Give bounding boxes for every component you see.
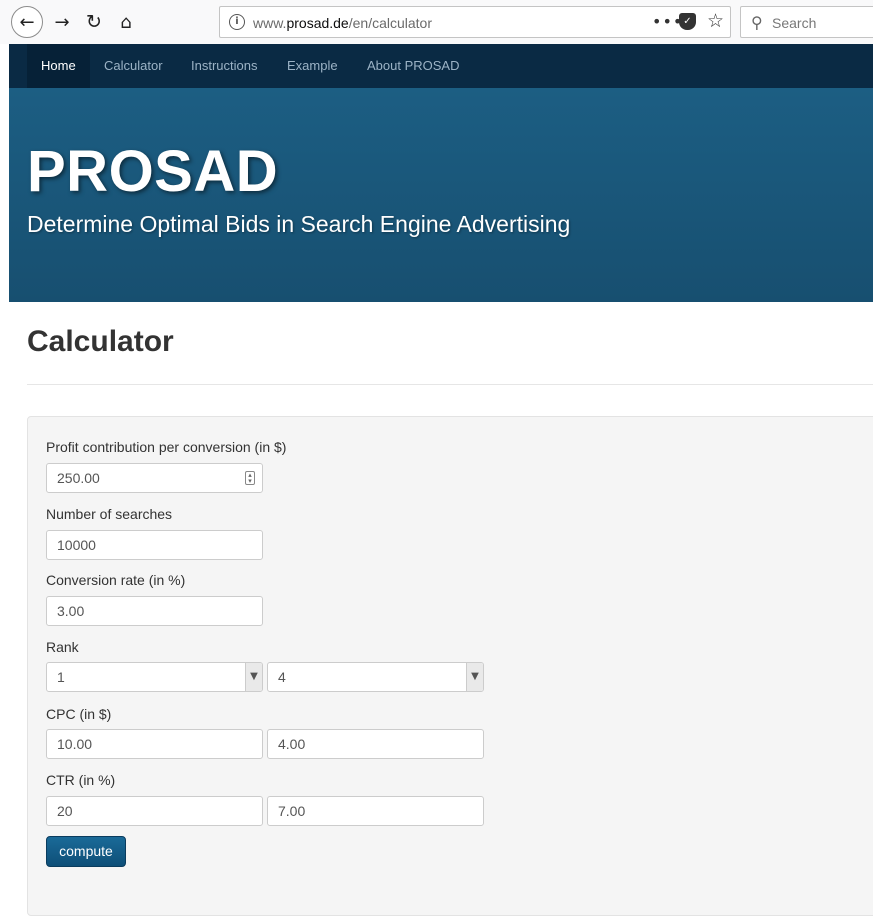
conversion-value: 3.00 bbox=[57, 603, 85, 619]
url-path: /en/calculator bbox=[348, 15, 433, 31]
search-bar[interactable]: ⚲ Search bbox=[740, 6, 873, 38]
url-host: prosad.de bbox=[286, 15, 349, 31]
home-icon[interactable]: ⌂ bbox=[111, 7, 141, 37]
ctr-1-value: 20 bbox=[57, 803, 73, 819]
ctr-2-value: 7.00 bbox=[278, 803, 306, 819]
conversion-label: Conversion rate (in %) bbox=[46, 572, 186, 588]
url-bar[interactable]: i www.prosad.de/en/calculator ••• ✓ ☆ bbox=[219, 6, 731, 38]
ctr-label: CTR (in %) bbox=[46, 772, 116, 788]
cpc-input-2[interactable]: 4.00 bbox=[267, 729, 484, 759]
compute-button[interactable]: compute bbox=[46, 836, 126, 867]
bookmark-star-icon[interactable]: ☆ bbox=[707, 10, 724, 32]
search-icon: ⚲ bbox=[751, 13, 763, 32]
url-prefix: www. bbox=[253, 15, 287, 31]
url-text[interactable]: www.prosad.de/en/calculator bbox=[253, 15, 432, 31]
nav-item-example[interactable]: Example bbox=[273, 44, 352, 88]
cpc-2-value: 4.00 bbox=[278, 736, 306, 752]
nav-item-home[interactable]: Home bbox=[27, 44, 90, 88]
hero-subtitle: Determine Optimal Bids in Search Engine … bbox=[27, 211, 571, 237]
conversion-input[interactable]: 3.00 bbox=[46, 596, 263, 626]
cpc-label: CPC (in $) bbox=[46, 706, 112, 722]
profit-label: Profit contribution per conversion (in $… bbox=[46, 439, 287, 455]
profit-value: 250.00 bbox=[57, 470, 100, 486]
chevron-down-icon[interactable]: ▼ bbox=[245, 663, 262, 691]
nav-item-about[interactable]: About PROSAD bbox=[353, 44, 474, 88]
rank-2-value: 4 bbox=[278, 669, 286, 685]
cpc-input-1[interactable]: 10.00 bbox=[46, 729, 263, 759]
nav-item-instructions[interactable]: Instructions bbox=[177, 44, 271, 88]
rank-label: Rank bbox=[46, 639, 79, 655]
ctr-input-2[interactable]: 7.00 bbox=[267, 796, 484, 826]
browser-toolbar: ← → ↻ ⌂ i www.prosad.de/en/calculator ••… bbox=[0, 0, 873, 44]
rank-select-1[interactable]: 1 ▼ bbox=[46, 662, 263, 692]
hero-title: PROSAD bbox=[27, 139, 279, 204]
search-placeholder: Search bbox=[772, 15, 817, 31]
site-navbar: Home Calculator Instructions Example Abo… bbox=[9, 44, 873, 88]
profit-input[interactable]: 250.00 ▴ ▾ bbox=[46, 463, 263, 493]
pocket-icon[interactable]: ✓ bbox=[679, 13, 696, 30]
rank-select-2[interactable]: 4 ▼ bbox=[267, 662, 484, 692]
info-icon[interactable]: i bbox=[229, 14, 245, 30]
rank-1-value: 1 bbox=[57, 669, 65, 685]
back-icon[interactable]: ← bbox=[11, 6, 43, 38]
hero-banner: PROSAD Determine Optimal Bids in Search … bbox=[9, 88, 873, 302]
searches-label: Number of searches bbox=[46, 506, 173, 522]
searches-value: 10000 bbox=[57, 537, 96, 553]
header-divider bbox=[27, 384, 873, 385]
ctr-input-1[interactable]: 20 bbox=[46, 796, 263, 826]
reload-icon[interactable]: ↻ bbox=[79, 7, 109, 37]
page-title: Calculator bbox=[27, 325, 174, 358]
searches-input[interactable]: 10000 bbox=[46, 530, 263, 560]
chevron-down-icon[interactable]: ▼ bbox=[466, 663, 483, 691]
forward-icon[interactable]: → bbox=[47, 7, 77, 37]
spinner-icon[interactable]: ▴ ▾ bbox=[245, 471, 255, 485]
nav-item-calculator[interactable]: Calculator bbox=[90, 44, 177, 88]
cpc-1-value: 10.00 bbox=[57, 736, 93, 752]
